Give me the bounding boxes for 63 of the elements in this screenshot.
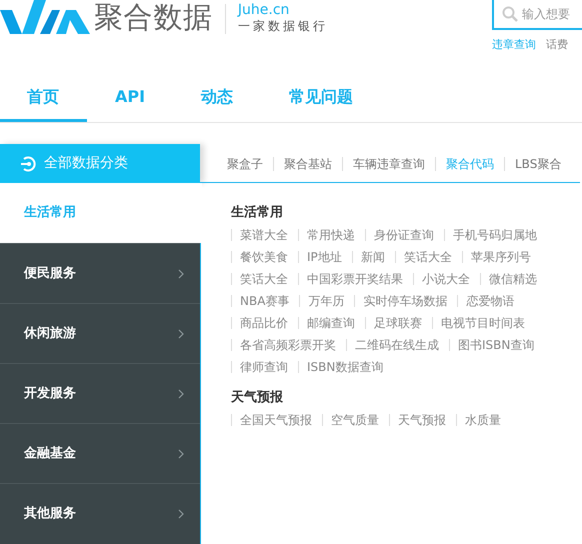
sidebar-item[interactable]: 其他服务 [0,483,200,543]
category-link[interactable]: 常用快递 [307,226,355,244]
sub-link[interactable]: 聚合基站 [284,154,332,172]
sub-link[interactable]: 车辆违章查询 [353,154,425,172]
sidebar-item[interactable]: 休闲旅游 [0,303,200,363]
chevron-right-icon [178,328,184,338]
category-link[interactable]: 恋爱物语 [466,292,514,310]
category-link[interactable]: 万年历 [308,292,344,310]
nav-tab[interactable]: API [87,85,174,122]
category-link[interactable]: 图书ISBN查询 [458,336,534,354]
search-input[interactable]: 输入想要 [522,5,582,23]
sidebar-item[interactable]: 金融基金 [0,423,200,483]
category-link[interactable]: 苹果序列号 [470,248,531,266]
category-link[interactable]: NBA赛事 [240,292,290,310]
chevron-right-icon [178,388,184,398]
chevron-right-icon [178,268,184,278]
logo-icon [0,0,90,34]
category-link[interactable]: 新闻 [360,248,385,266]
nav-tab[interactable]: 常见问题 [261,85,382,122]
category-link[interactable]: 餐饮美食 [240,248,288,266]
category-link[interactable]: 笑话大全 [404,248,452,266]
nav-tab[interactable]: 首页 [0,85,87,122]
all-categories-button[interactable]: 全部数据分类 [0,144,200,183]
category-link[interactable]: 电视节目时间表 [441,314,525,332]
category-link[interactable]: 手机号码归属地 [453,226,537,244]
category-link[interactable]: ISBN数据查询 [307,358,384,376]
sidebar-item[interactable]: 生活常用 [0,183,202,243]
category-link[interactable]: 二维码在线生成 [355,336,439,354]
slogan: 一家数据银行 [238,18,328,34]
search-box[interactable]: 输入想要 [492,0,582,30]
section-title: 天气预报 [231,390,284,406]
category-link[interactable]: 笑话大全 [240,270,288,288]
category-link[interactable]: 中国彩票开奖结果 [307,270,403,288]
category-link[interactable]: 各省高频彩票开奖 [240,336,336,354]
category-link[interactable]: 全国天气预报 [240,411,312,429]
category-link[interactable]: 商品比价 [240,314,288,332]
sub-link[interactable]: LBS聚合 [515,154,562,172]
quick-link[interactable]: 违章查询 [492,37,536,54]
category-link[interactable]: IP地址 [307,248,342,266]
chevron-right-icon [178,448,184,458]
category-link[interactable]: 菜谱大全 [240,226,288,244]
sub-link[interactable]: 聚合代码 [446,154,494,172]
category-link[interactable]: 空气质量 [331,411,379,429]
quick-link[interactable]: 话费 [546,37,568,54]
category-link[interactable]: 足球联赛 [374,314,422,332]
category-link[interactable]: 天气预报 [398,411,446,429]
category-link[interactable]: 水质量 [465,411,501,429]
domain-link[interactable]: Juhe.cn [238,2,328,18]
category-link[interactable]: 身份证查询 [374,226,434,244]
category-link[interactable]: 小说大全 [422,270,470,288]
sidebar-item[interactable]: 开发服务 [0,363,200,423]
search-icon [502,6,518,22]
category-link[interactable]: 邮编查询 [307,314,355,332]
category-link[interactable]: 律师查询 [240,358,288,376]
chevron-right-icon [178,508,184,518]
section-title: 生活常用 [231,205,284,221]
category-link[interactable]: 微信精选 [489,270,537,288]
sidebar-item[interactable]: 便民服务 [0,243,200,303]
category-link[interactable]: 实时停车场数据 [363,292,448,310]
brand-name: 聚合数据 [94,0,213,34]
sub-link[interactable]: 聚盒子 [227,154,263,172]
nav-tab[interactable]: 动态 [173,85,262,122]
login-arrow-icon [20,156,36,172]
